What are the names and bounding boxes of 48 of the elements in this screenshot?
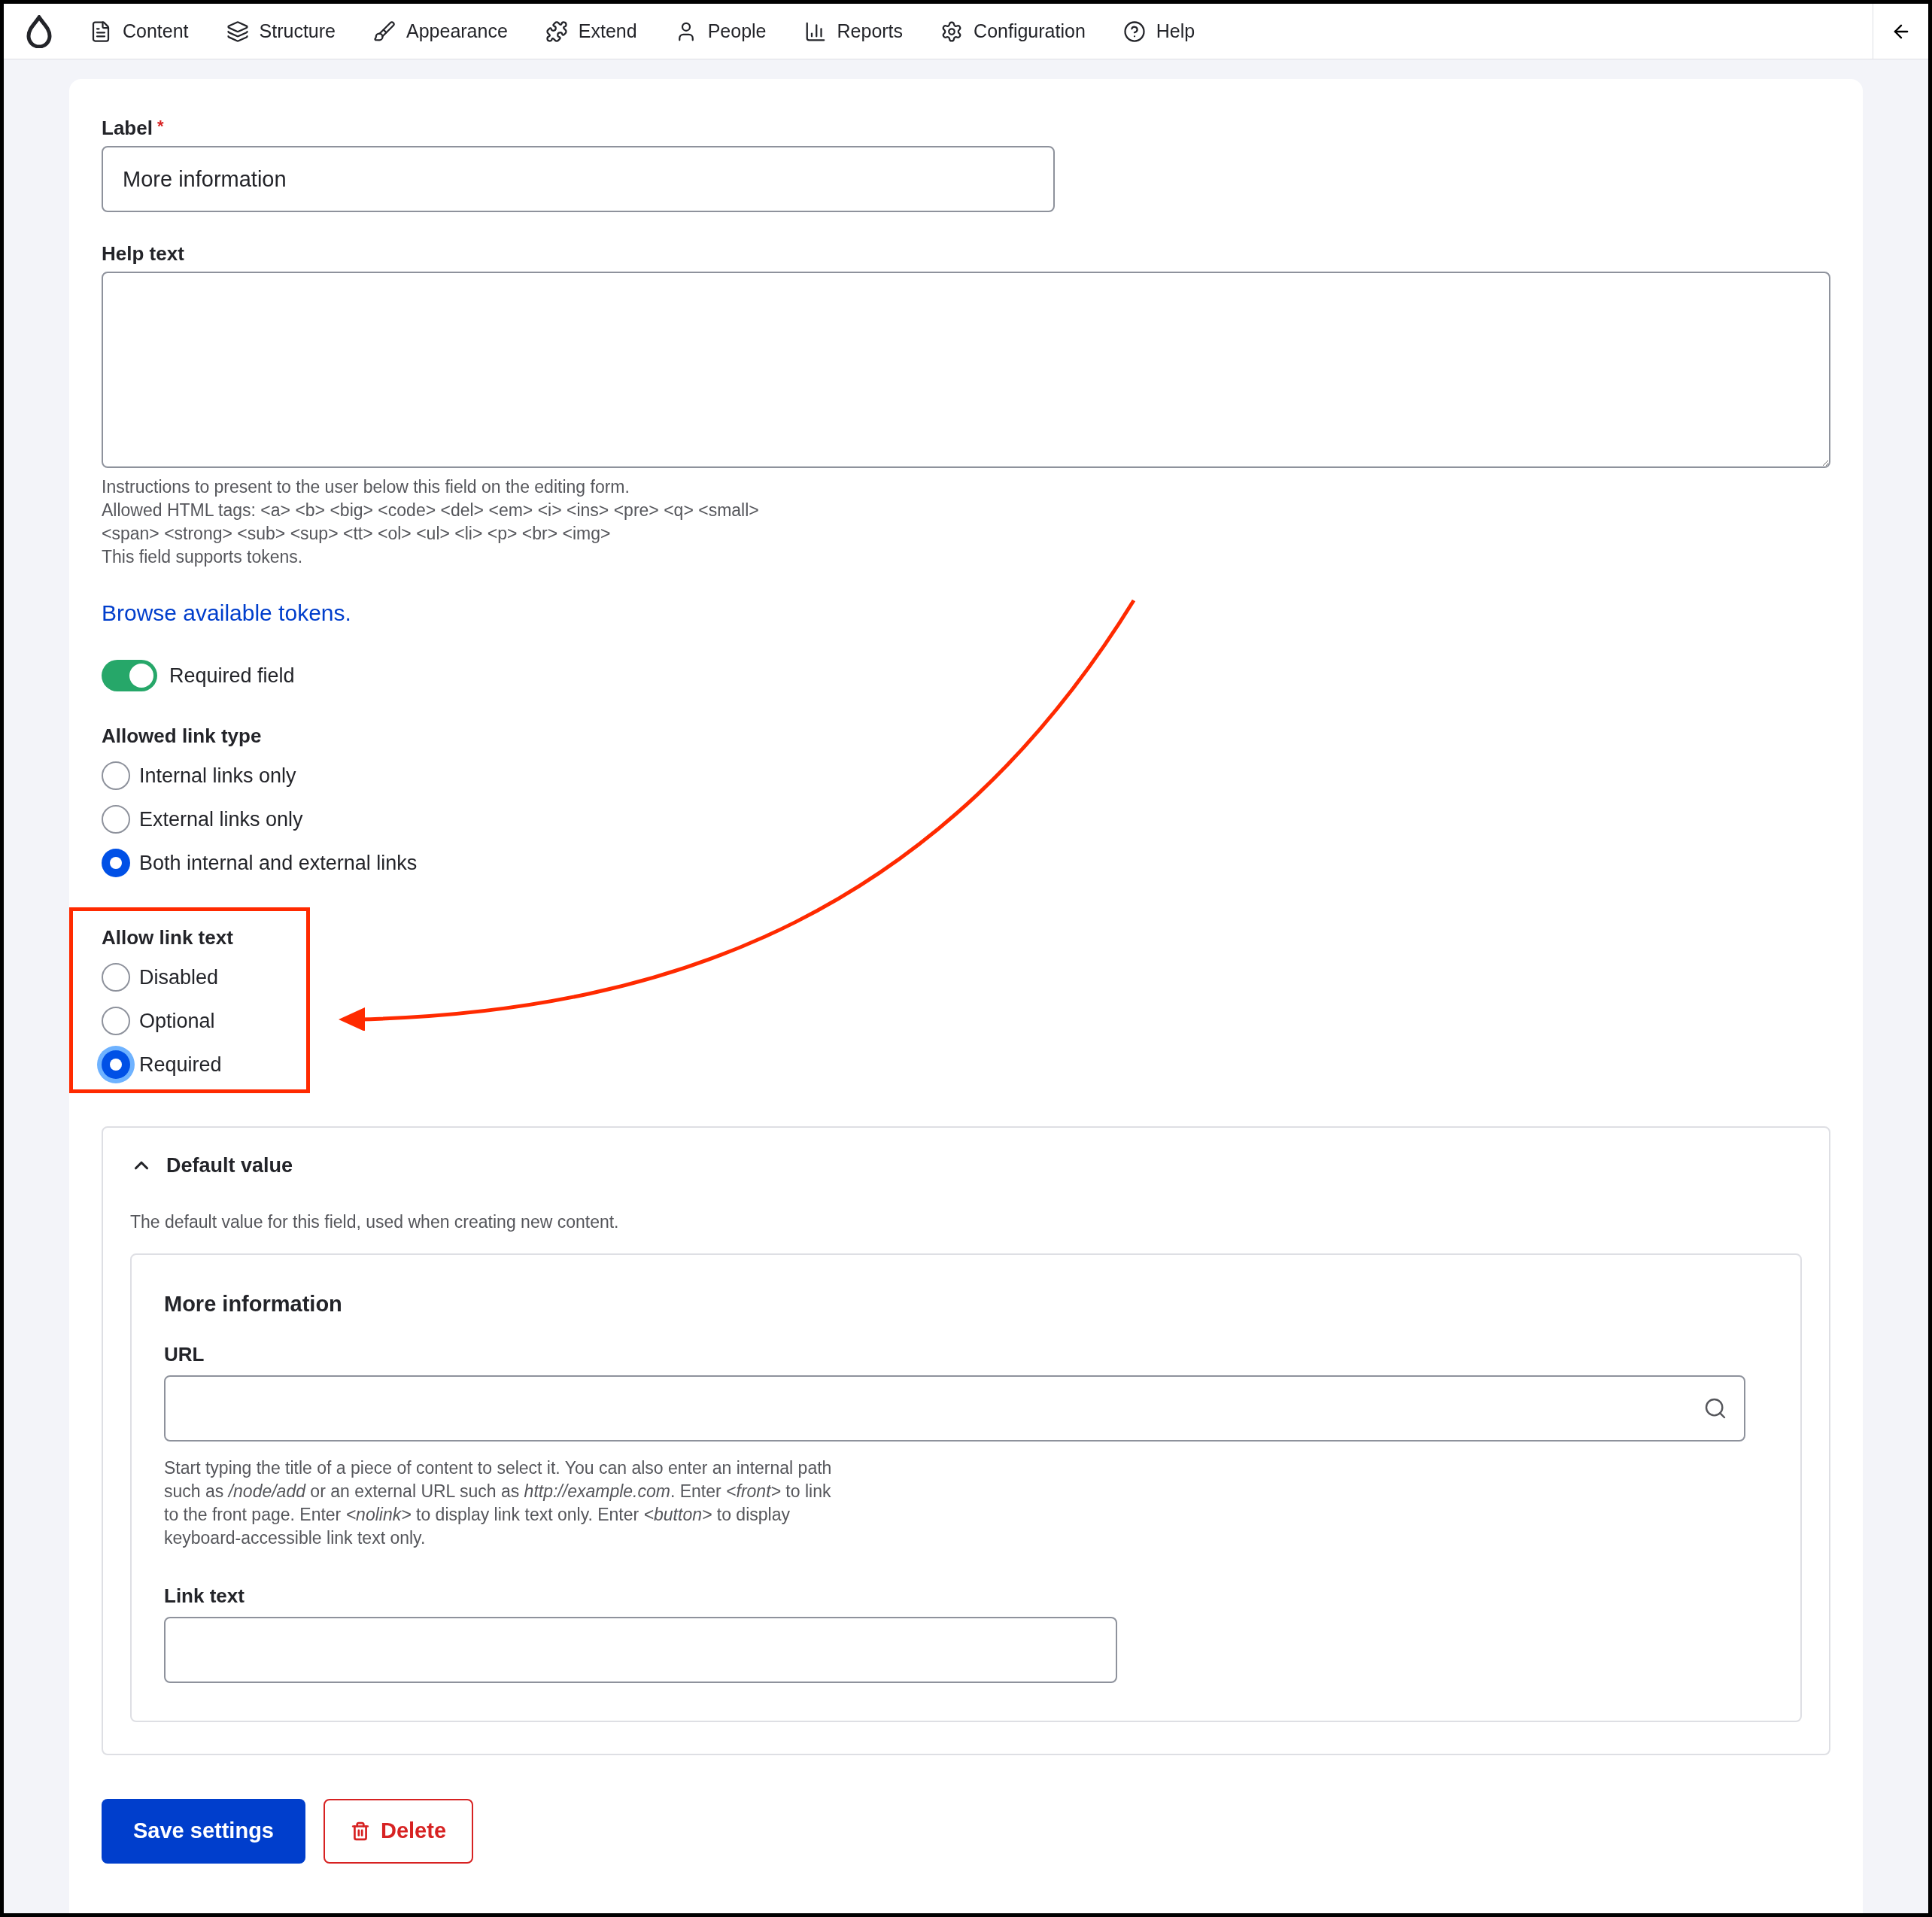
search-icon: [1703, 1396, 1727, 1420]
trash-icon: [351, 1821, 370, 1841]
delete-button[interactable]: Delete: [324, 1799, 474, 1864]
radio-option[interactable]: External links only: [102, 797, 1830, 841]
tokens-link[interactable]: Browse available tokens.: [102, 596, 351, 630]
group-title: Allowed link type: [102, 724, 263, 749]
radio-button[interactable]: [102, 805, 130, 834]
group-title: Allow link text: [102, 925, 234, 950]
link-text-input[interactable]: [164, 1617, 1117, 1683]
radio-option[interactable]: Internal links only: [102, 754, 1830, 797]
save-button[interactable]: Save settings: [102, 1799, 305, 1864]
help-description: Instructions to present to the user below this field on the editing form.: [102, 476, 630, 498]
radio-button[interactable]: [102, 849, 130, 877]
help-description: <span> <strong> <sub> <sup> <tt> <ol> <ul> <li> <p> <br> <img>: [102, 523, 612, 545]
widget-title: More information: [164, 1290, 343, 1317]
field-label: Help text: [102, 242, 185, 266]
radio-option[interactable]: Optional: [102, 999, 306, 1043]
radio-button[interactable]: [102, 761, 130, 790]
radio-option[interactable]: Disabled: [102, 955, 306, 999]
details-summary[interactable]: Default value: [103, 1128, 320, 1203]
brush-icon: [373, 20, 396, 43]
toolbar-link[interactable]: People: [674, 17, 767, 46]
toggle-switch[interactable]: [102, 660, 157, 691]
radio-button[interactable]: [102, 1007, 130, 1035]
radio-option[interactable]: Both internal and external links: [102, 841, 1830, 885]
toolbar-link[interactable]: Help: [1122, 17, 1195, 46]
puzzle-icon: [545, 20, 568, 43]
field-label: URL: [164, 1342, 205, 1367]
toolbar-link[interactable]: Appearance: [373, 17, 508, 46]
toolbar-link[interactable]: Reports: [803, 17, 904, 46]
details-description: The default value for this field, used when creating new content.: [130, 1211, 620, 1233]
url-help-text: Start typing the title of a piece of content to select it. You can also enter an internal path such as /node/add or an external URL such as http://example.com. Enter <front> to link to the front page. Enter <nolink> to display link text only. Enter <button> to display keyboard-accessible link text only.: [164, 1457, 833, 1549]
required-asterisk: *: [156, 117, 164, 135]
help-description: Allowed HTML tags: <a> <b> <big> <code> <del> <em> <i> <ins> <pre> <q> <small>: [102, 500, 760, 521]
help-description: This field supports tokens.: [102, 546, 304, 568]
url-input[interactable]: [164, 1375, 1745, 1442]
layers-icon: [226, 20, 249, 43]
toolbar-link[interactable]: Structure: [226, 17, 336, 46]
field-label: Label *: [102, 116, 165, 141]
field-label: Link text: [164, 1584, 245, 1609]
toolbar-link[interactable]: Content: [90, 17, 189, 46]
toggle-label: Required field: [169, 663, 295, 688]
toolbar-link[interactable]: Configuration: [940, 17, 1086, 46]
label-input[interactable]: More information: [102, 146, 1055, 212]
help-icon: [1122, 20, 1146, 43]
toolbar-link[interactable]: Extend: [545, 17, 637, 46]
radio-option[interactable]: Required: [102, 1043, 306, 1086]
radio-button[interactable]: [102, 963, 130, 992]
